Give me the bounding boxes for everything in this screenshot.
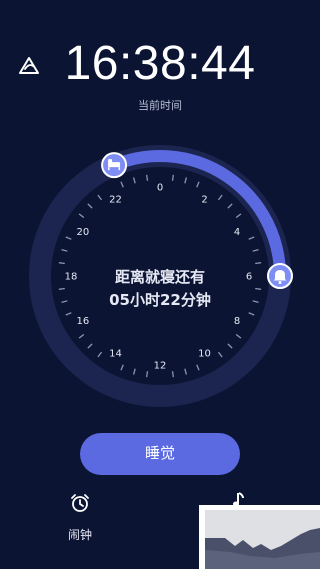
dial-tick [58, 262, 65, 265]
tab-alarm-label: 闹钟 [67, 528, 92, 542]
dial-hour-label: 10 [198, 349, 211, 360]
dial-hour-label: 20 [77, 227, 90, 238]
dial-hour-label: 14 [109, 349, 122, 360]
dial-hour-label: 4 [234, 227, 240, 238]
preview-overlay-content [205, 510, 320, 569]
dial-tick [255, 262, 262, 265]
dial-hour-label: 12 [154, 361, 167, 372]
dial-hour-label: 0 [157, 183, 163, 194]
dial-hour-label: 8 [234, 316, 240, 327]
dial-tick [146, 371, 149, 378]
dial-hour-label: 2 [201, 194, 207, 205]
alarm-handle[interactable] [267, 263, 293, 289]
countdown-value: 05小时22分钟 [109, 291, 211, 309]
alarm-clock-icon [71, 494, 89, 512]
countdown-label: 距离就寝还有 [114, 268, 205, 286]
dial-tick [171, 371, 174, 378]
preview-overlay [199, 505, 320, 569]
bedtime-handle[interactable] [101, 152, 128, 179]
tab-alarm[interactable]: 闹钟 [60, 490, 100, 546]
dial-tick [171, 174, 174, 181]
dial-hour-label: 16 [77, 316, 90, 327]
sleep-button[interactable]: 睡觉 [80, 433, 240, 475]
dial-tick [146, 174, 149, 181]
app-screen: 16:38:44 当前时间 0 2 4 6 8 10 12 14 16 18 20 22 距离就寝还有… [0, 0, 320, 569]
dial-hour-label: 22 [109, 194, 122, 205]
